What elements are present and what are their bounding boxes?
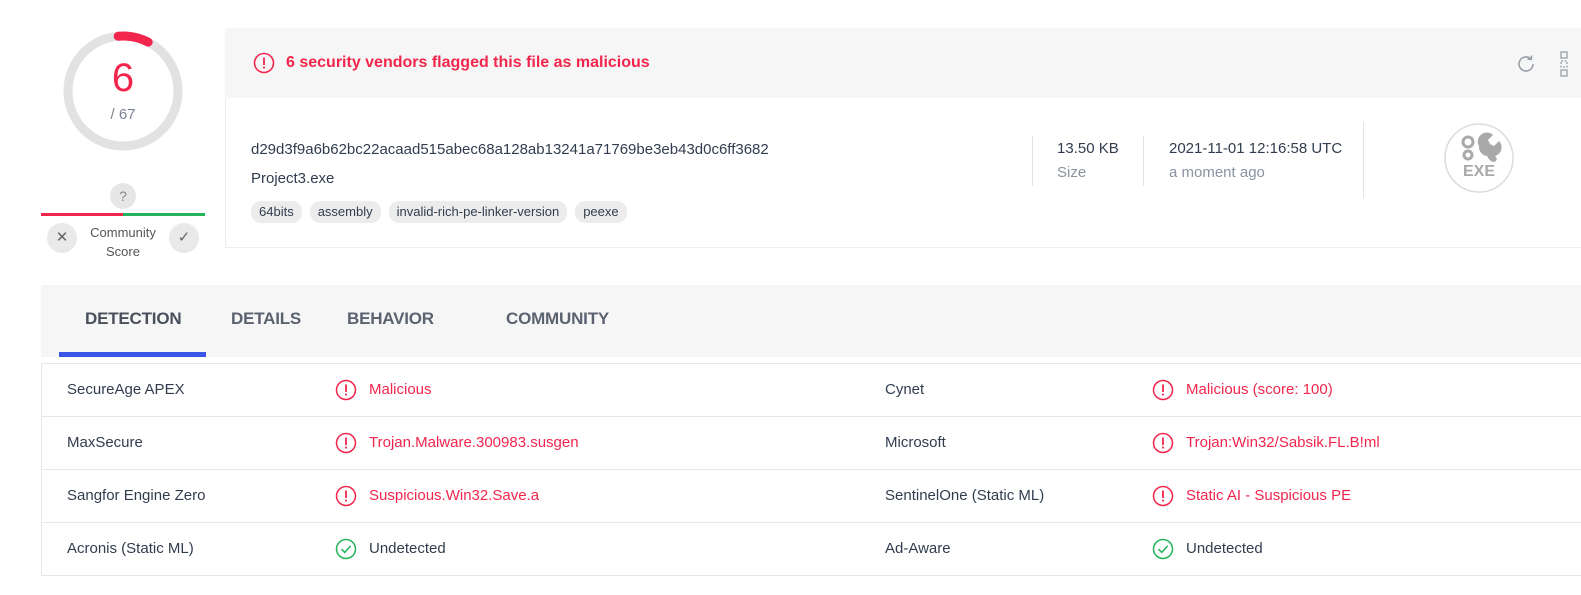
detection-result: Malicious (369, 381, 432, 398)
detection-result: Undetected (369, 540, 446, 557)
community-negative-bar (41, 213, 123, 216)
tab-detection[interactable]: DETECTION (85, 309, 182, 329)
detection-result: Trojan.Malware.300983.susgen (369, 434, 579, 451)
scan-date-relative: a moment ago (1169, 164, 1265, 181)
community-upvote-button[interactable]: ✓ (169, 223, 199, 253)
check-circle-icon (335, 538, 357, 560)
tab-community[interactable]: COMMUNITY (506, 309, 609, 329)
report-tabs: DETECTION DETAILS BEHAVIOR COMMUNITY (41, 285, 1581, 357)
active-tab-indicator (59, 352, 206, 357)
vendor-name: Microsoft (885, 434, 946, 451)
vendor-name: Ad-Aware (885, 540, 951, 557)
alert-circle-icon (253, 52, 275, 74)
alert-circle-icon (1152, 485, 1174, 507)
vendor-name: MaxSecure (67, 434, 143, 451)
alert-circle-icon (1152, 432, 1174, 454)
check-circle-icon (1152, 538, 1174, 560)
tag-assembly[interactable]: assembly (309, 201, 381, 223)
file-name: Project3.exe (251, 170, 335, 187)
vendor-name: Cynet (885, 381, 925, 398)
detection-result: Undetected (1186, 540, 1263, 557)
divider (1032, 136, 1033, 186)
tag-64bits[interactable]: 64bits (251, 201, 302, 223)
file-size-label: Size (1057, 164, 1087, 181)
graph-view-icon[interactable] (1560, 50, 1570, 78)
detection-result: Malicious (score: 100) (1186, 381, 1333, 398)
detection-row: Sangfor Engine Zero Suspicious.Win32.Save… (42, 470, 1581, 523)
vendor-name: Acronis (Static ML) (67, 540, 194, 557)
detection-count: 6 (111, 56, 135, 100)
detection-result: Suspicious.Win32.Save.a (369, 487, 540, 504)
svg-text:EXE: EXE (1463, 163, 1495, 180)
file-size-value: 13.50 KB (1057, 140, 1119, 157)
engine-total: / 67 (110, 106, 136, 123)
community-score-label: Community Score (90, 225, 156, 259)
reanalyze-icon[interactable] (1514, 52, 1538, 76)
file-info-card: d29d3f9a6b62bc22acaad515abec68a128ab1324… (225, 98, 1581, 248)
file-tags: 64bits assembly invalid-rich-pe-linker-v… (251, 201, 627, 223)
alert-circle-icon (335, 379, 357, 401)
divider (1363, 122, 1364, 198)
detection-table: SecureAge APEX Malicious Cynet Malicious (s… (41, 363, 1581, 576)
community-score-help-icon[interactable]: ? (110, 183, 136, 209)
file-hash[interactable]: d29d3f9a6b62bc22acaad515abec68a128ab1324… (251, 141, 769, 158)
exe-file-type-icon: EXE (1444, 123, 1514, 193)
vendor-name: SentinelOne (Static ML) (885, 487, 1045, 504)
scan-date-value: 2021-11-01 12:16:58 UTC (1169, 140, 1343, 157)
alert-circle-icon (335, 485, 357, 507)
detection-row: Acronis (Static ML) Undetected Ad-Aware Und… (42, 523, 1581, 576)
detection-result: Trojan:Win32/Sabsik.FL.B!ml (1186, 434, 1380, 451)
tab-details[interactable]: DETAILS (231, 309, 301, 329)
community-positive-bar (123, 213, 205, 216)
vendor-name: Sangfor Engine Zero (67, 487, 206, 504)
tag-peexe[interactable]: peexe (575, 201, 627, 223)
detection-score-gauge: 6 / 67 (60, 28, 186, 154)
alert-circle-icon (335, 432, 357, 454)
alert-circle-icon (1152, 379, 1174, 401)
malicious-alert-banner: 6 security vendors flagged this file as … (225, 28, 1581, 98)
community-downvote-button[interactable]: ✕ (47, 223, 77, 253)
tag-invalid-rich-pe-linker-version[interactable]: invalid-rich-pe-linker-version (388, 201, 568, 223)
vendor-name: SecureAge APEX (67, 381, 185, 398)
divider (1143, 136, 1144, 186)
alert-message: 6 security vendors flagged this file as … (286, 54, 650, 71)
detection-result: Static AI - Suspicious PE (1186, 487, 1352, 504)
detection-row: SecureAge APEX Malicious Cynet Malicious (s… (42, 364, 1581, 417)
tab-behavior[interactable]: BEHAVIOR (347, 309, 434, 329)
detection-row: MaxSecure Trojan.Malware.300983.susgen Mic… (42, 417, 1581, 470)
